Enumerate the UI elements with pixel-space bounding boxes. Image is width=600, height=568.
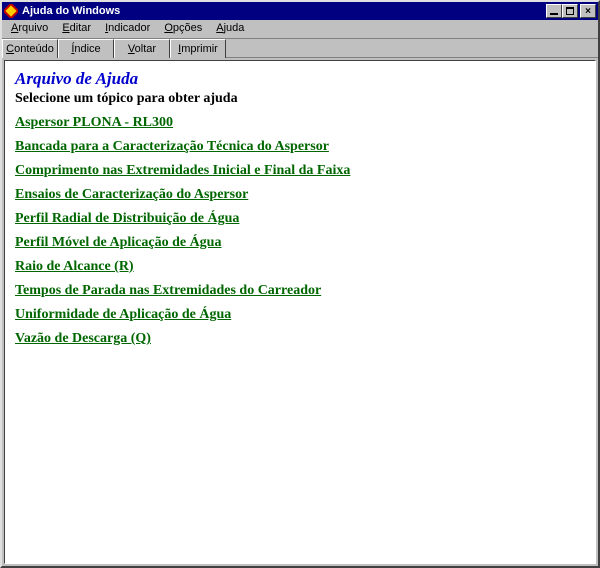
menubar: Arquivo Editar Indicador Opções Ajuda bbox=[2, 20, 598, 38]
window-title: Ajuda do Windows bbox=[22, 5, 546, 17]
window-controls: × bbox=[546, 4, 596, 18]
maximize-button[interactable] bbox=[562, 4, 578, 18]
help-title: Arquivo de Ajuda bbox=[15, 69, 585, 89]
menu-opcoes[interactable]: Opções bbox=[157, 21, 209, 37]
toolbar-imprimir[interactable]: Imprimir bbox=[170, 39, 226, 59]
menu-indicador[interactable]: Indicador bbox=[98, 21, 157, 37]
topic-link[interactable]: Raio de Alcance (R) bbox=[15, 259, 134, 275]
content-wrap: Arquivo de Ajuda Selecione um tópico par… bbox=[2, 58, 598, 566]
titlebar: Ajuda do Windows × bbox=[2, 2, 598, 20]
toolbar-conteudo[interactable]: Conteúdo bbox=[2, 39, 58, 59]
topic-link[interactable]: Aspersor PLONA - RL300 bbox=[15, 115, 173, 131]
topic-link[interactable]: Ensaios de Caracterização do Aspersor bbox=[15, 187, 248, 203]
menu-editar[interactable]: Editar bbox=[55, 21, 98, 37]
topic-link[interactable]: Comprimento nas Extremidades Inicial e F… bbox=[15, 163, 350, 179]
toolbar: Conteúdo Índice Voltar Imprimir bbox=[2, 38, 598, 58]
topic-link[interactable]: Uniformidade de Aplicação de Água bbox=[15, 307, 231, 323]
toolbar-indice[interactable]: Índice bbox=[58, 39, 114, 59]
topic-link[interactable]: Bancada para a Caracterização Técnica do… bbox=[15, 139, 329, 155]
minimize-button[interactable] bbox=[546, 4, 562, 18]
topic-link[interactable]: Tempos de Parada nas Extremidades do Car… bbox=[15, 283, 321, 299]
menu-arquivo[interactable]: Arquivo bbox=[4, 21, 55, 37]
content-area: Arquivo de Ajuda Selecione um tópico par… bbox=[4, 60, 596, 564]
help-subtitle: Selecione um tópico para obter ajuda bbox=[15, 91, 585, 107]
help-window: Ajuda do Windows × Arquivo Editar Indica… bbox=[0, 0, 600, 568]
topic-link[interactable]: Vazão de Descarga (Q) bbox=[15, 331, 151, 347]
close-button[interactable]: × bbox=[580, 4, 596, 18]
app-icon bbox=[4, 4, 18, 18]
toolbar-voltar[interactable]: Voltar bbox=[114, 39, 170, 59]
topic-link[interactable]: Perfil Radial de Distribuição de Água bbox=[15, 211, 239, 227]
menu-ajuda[interactable]: Ajuda bbox=[209, 21, 251, 37]
topic-link[interactable]: Perfil Móvel de Aplicação de Água bbox=[15, 235, 221, 251]
